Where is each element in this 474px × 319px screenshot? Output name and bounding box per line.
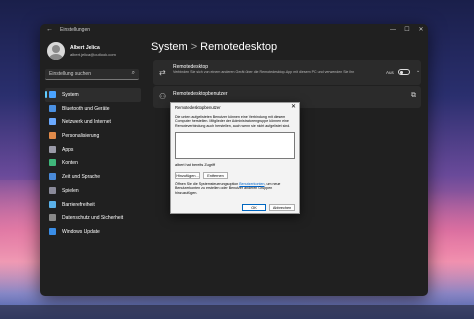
dialog-description: Die unten aufgelisteten Benutzer können … [175,115,291,128]
sidebar-item-accessibility[interactable]: Barrierefreiheit [45,198,141,212]
remote-desktop-toggle[interactable] [398,69,410,75]
nav-list: System Bluetooth und Geräte Netzwerk und… [45,88,141,239]
sidebar-item-label: Zeit und Sprache [62,174,101,181]
sidebar-item-time-language[interactable]: Zeit und Sprache [45,170,141,184]
network-icon [49,118,56,126]
sidebar-item-label: Spielen [62,187,79,194]
breadcrumb-separator: > [190,41,198,53]
user-name: Albert Jelica [70,45,100,51]
sidebar-item-system[interactable]: System [45,88,141,102]
brush-icon [49,132,56,140]
search-icon: ⌕ [131,70,135,76]
bluetooth-icon [49,104,56,112]
card-title: Remotedesktopbenutzer [173,91,228,97]
search-placeholder: Einstellung suchen [49,71,91,77]
globe-clock-icon [49,173,56,181]
sidebar-item-label: Netzwerk und Internet [62,119,111,126]
users-listbox[interactable] [175,132,295,159]
accessibility-icon [49,200,56,208]
chevron-down-icon[interactable]: ⌄ [416,68,420,74]
sidebar-item-privacy[interactable]: Datenschutz und Sicherheit [45,211,141,225]
add-button[interactable]: Hinzufügen... [175,172,200,179]
apps-icon [49,145,56,153]
users-icon: ⚇ [159,92,167,101]
sidebar-item-label: Konten [62,160,78,167]
avatar[interactable] [47,42,65,60]
shield-icon [49,214,56,222]
card-description: Verbinden Sie sich von einem anderen Ger… [173,70,355,74]
close-button[interactable]: ✕ [414,25,428,35]
sidebar-item-label: Windows Update [62,228,100,235]
maximize-button[interactable]: ☐ [400,25,414,35]
update-icon [49,227,56,235]
page-title: Remotedesktop [200,41,278,53]
external-link-icon: ⧉ [411,92,416,99]
taskbar [0,305,474,319]
title-bar: ← Einstellungen — ☐ ✕ [40,24,428,38]
cancel-button[interactable]: Abbrechen [269,204,295,211]
sidebar: Albert Jelica albert.jelica@outlook.com … [40,38,144,296]
access-status: albert hat bereits Zugriff [175,163,216,167]
remote-desktop-card: ⇄ Remotedesktop Verbinden Sie sich von e… [153,60,421,85]
user-email: albert.jelica@outlook.com [70,52,116,57]
remote-desktop-users-dialog: Remotedesktopbenutzer ✕ Die unten aufgel… [170,102,300,214]
search-input[interactable]: Einstellung suchen ⌕ [45,69,139,80]
sidebar-item-label: Datenschutz und Sicherheit [62,215,124,222]
remote-desktop-icon: ⇄ [159,68,166,77]
account-icon [49,159,56,167]
sidebar-item-gaming[interactable]: Spielen [45,184,141,198]
sidebar-item-label: Personalisierung [62,133,100,140]
back-arrow-icon[interactable]: ← [46,26,53,33]
window-title: Einstellungen [60,27,91,33]
minimize-button[interactable]: — [386,25,400,35]
sidebar-item-bluetooth[interactable]: Bluetooth und Geräte [45,102,141,116]
dialog-close-icon[interactable]: ✕ [291,103,296,110]
sidebar-item-label: System [62,92,79,98]
toggle-state-label: Aus [386,70,394,75]
sidebar-item-network[interactable]: Netzwerk und Internet [45,115,141,129]
sidebar-item-label: Bluetooth und Geräte [62,105,110,112]
dialog-title: Remotedesktopbenutzer [175,105,221,110]
sidebar-item-label: Apps [62,146,74,153]
sidebar-item-apps[interactable]: Apps [45,143,141,157]
sidebar-item-label: Barrierefreiheit [62,201,95,208]
gamepad-icon [49,186,56,194]
sidebar-item-windows-update[interactable]: Windows Update [45,225,141,239]
breadcrumb-parent[interactable]: System [151,41,188,53]
remove-button[interactable]: Entfernen [203,172,228,179]
system-icon [49,91,56,98]
breadcrumb: System > Remotedesktop [151,41,277,53]
sidebar-item-accounts[interactable]: Konten [45,156,141,170]
ok-button[interactable]: OK [242,204,266,211]
dialog-info: Öffnen Sie die Systemsteuerungsoption Be… [175,182,295,195]
sidebar-item-personalization[interactable]: Personalisierung [45,129,141,143]
